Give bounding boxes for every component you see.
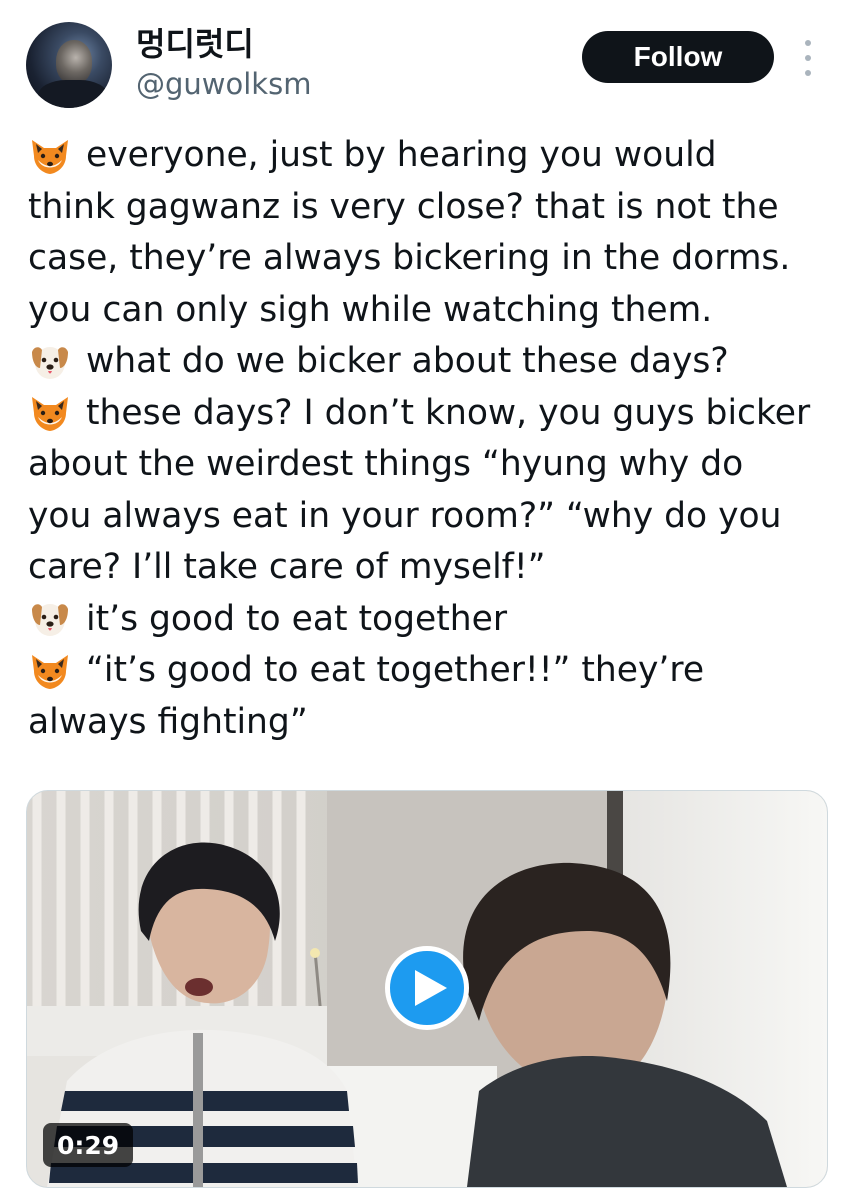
tweet-line: everyone, just by hearing you would [28, 130, 838, 182]
tweet-line: case, they’re always bickering in the do… [28, 233, 838, 285]
tweet-line: what do we bicker about these days? [28, 336, 838, 388]
tweet-line-text: you can only sigh while watching them. [28, 289, 713, 330]
tweet-line: you always eat in your room?” “why do yo… [28, 491, 838, 543]
tweet-line: think gagwanz is very close? that is not… [28, 182, 838, 234]
tweet-line: it’s good to eat together [28, 594, 838, 646]
avatar-body [38, 80, 108, 108]
play-icon [415, 970, 447, 1006]
tweet-text: everyone, just by hearing you would think… [28, 130, 838, 748]
tweet-line-text: “it’s good to eat together!!” they’re [86, 650, 705, 690]
tweet-line-text: it’s good to eat together [86, 598, 508, 639]
more-vertical-icon[interactable] [796, 40, 820, 76]
play-button[interactable] [385, 946, 469, 1030]
avatar-head [56, 40, 92, 84]
video-thumbnail[interactable]: 0:29 [26, 790, 828, 1188]
tweet-line: about the weirdest things “hyung why do [28, 439, 838, 491]
tweet-line-text: you always eat in your room?” “why do yo… [28, 495, 782, 536]
tweet-line: “it’s good to eat together!!” they’re [28, 645, 838, 697]
tweet-line-text: about the weirdest things “hyung why do [28, 444, 744, 484]
tweet-line: you can only sigh while watching them. [28, 285, 838, 337]
avatar[interactable] [26, 22, 112, 108]
tweet-line-text: always fighting” [28, 701, 308, 742]
tweet-line-text: care? I’ll take care of myself!” [28, 547, 546, 587]
fox-emoji-icon [28, 651, 72, 691]
tweet-line: care? I’ll take care of myself!” [28, 542, 838, 594]
tweet-line: these days? I don’t know, you guys bicke… [28, 388, 838, 440]
tweet-line-text: case, they’re always bickering in the do… [28, 238, 791, 278]
tweet-line-text: think gagwanz is very close? that is not… [28, 186, 779, 227]
tweet-line: always fighting” [28, 697, 838, 749]
fox-emoji-icon [28, 393, 72, 433]
fox-emoji-icon [28, 136, 72, 176]
dog-emoji-icon [28, 599, 72, 639]
dog-emoji-icon [28, 342, 72, 382]
video-duration-badge: 0:29 [43, 1123, 134, 1167]
display-name[interactable]: 멍디럿디 [136, 24, 254, 64]
follow-button[interactable]: Follow [582, 31, 774, 83]
tweet-line-text: what do we bicker about these days? [86, 341, 729, 381]
tweet-line-text: everyone, just by hearing you would [86, 135, 717, 175]
user-handle[interactable]: @guwolksm [136, 66, 311, 102]
tweet-line-text: these days? I don’t know, you guys bicke… [86, 392, 811, 433]
